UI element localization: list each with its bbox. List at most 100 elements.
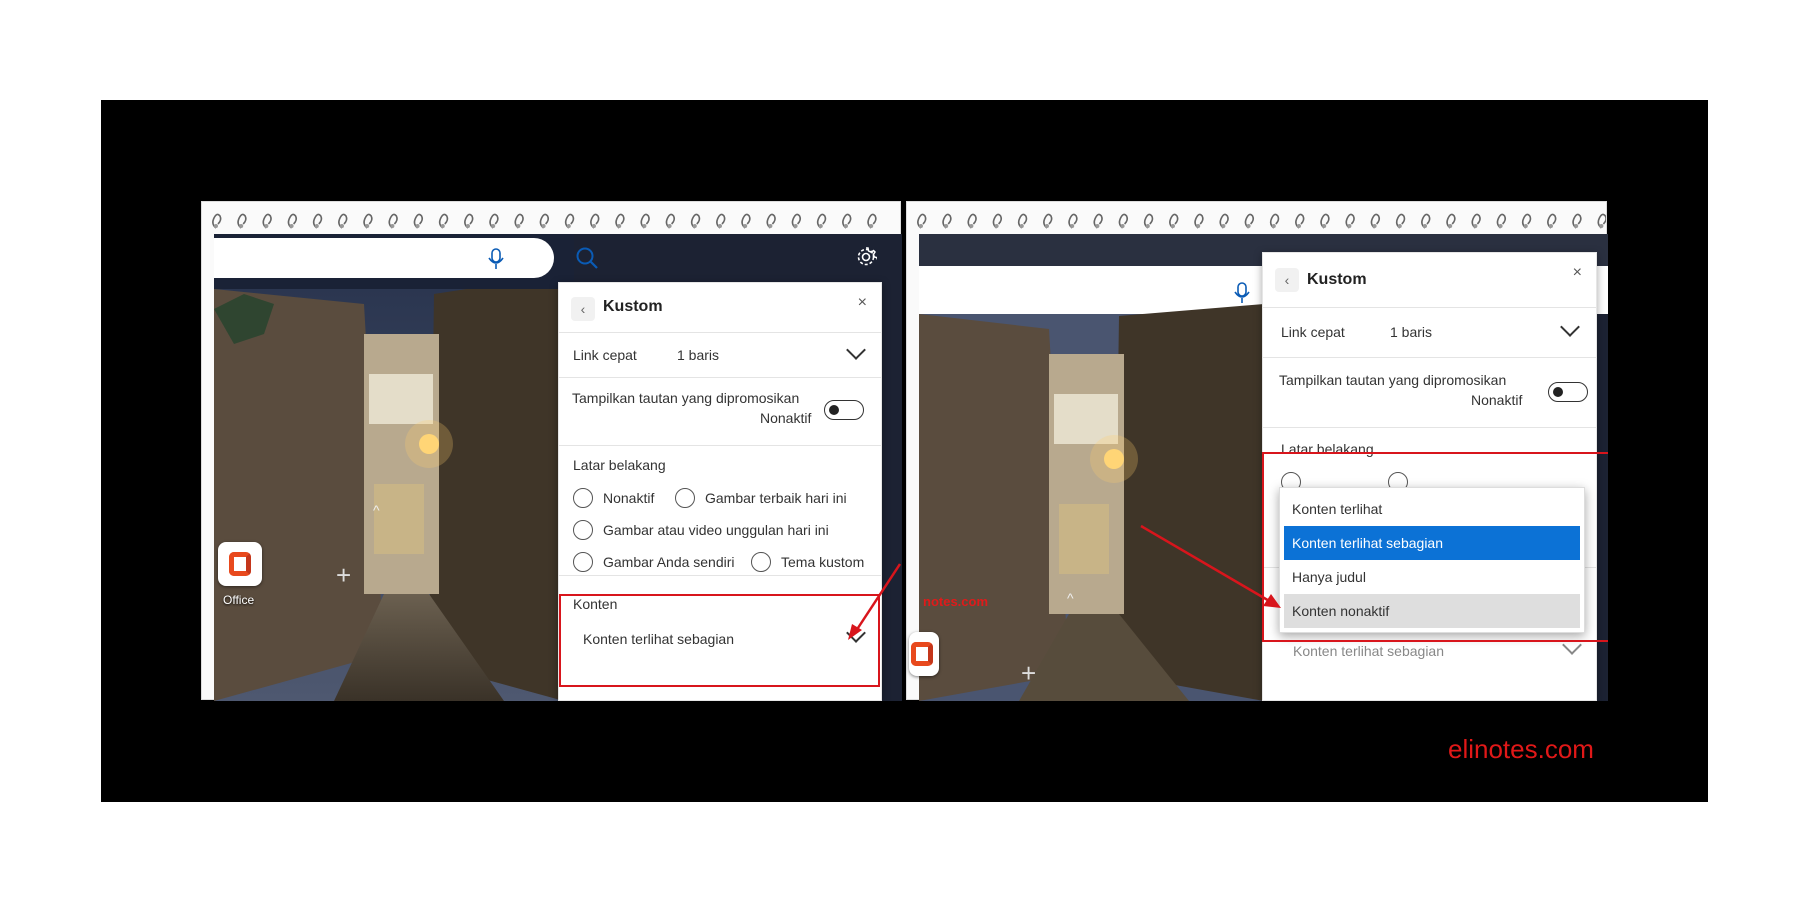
quick-links-row[interactable]: Link cepat 1 baris: [559, 333, 881, 378]
spiral-hole: [818, 224, 823, 228]
screenshot-canvas: Office + ^ ‹ Kustom × Link cepat 1 baris…: [0, 0, 1802, 899]
spiral-hole: [1271, 224, 1276, 228]
chevron-down-icon[interactable]: [1560, 317, 1580, 337]
spiral-hole: [1095, 224, 1100, 228]
quick-links-label: Link cepat: [1281, 324, 1345, 340]
spiral-hole: [718, 224, 722, 228]
spiral-hole: [415, 224, 420, 228]
promoted-links-state: Nonaktif: [1471, 392, 1523, 408]
spiral-hole: [365, 224, 370, 228]
spiral-hole: [1171, 224, 1175, 228]
spiral-hole: [1372, 224, 1377, 228]
background-section: Latar belakang Nonaktif Gambar terbaik h…: [559, 446, 881, 576]
chevron-up-icon[interactable]: ^: [1067, 590, 1074, 606]
search-icon[interactable]: [575, 246, 599, 275]
annotation-box: [1262, 452, 1608, 642]
spiral-hole: [1448, 224, 1453, 228]
spiral-hole: [264, 224, 269, 228]
spiral-rings: [917, 213, 1606, 229]
chevron-left-icon[interactable]: ‹: [571, 297, 595, 321]
spiral-rings: [212, 213, 877, 229]
quick-links-row[interactable]: Link cepat 1 baris: [1263, 308, 1596, 358]
spiral-hole: [1045, 224, 1049, 228]
panel-title: Kustom: [1307, 271, 1367, 288]
spiral-hole: [1347, 224, 1352, 228]
spiral-hole: [1070, 224, 1075, 228]
panel-header: ‹ Kustom ×: [559, 283, 881, 333]
toggle-knob: [829, 405, 839, 415]
promoted-links-row: Tampilkan tautan yang dipromosikan Nonak…: [1263, 358, 1596, 428]
spiral-hole: [440, 224, 445, 228]
content-select-value[interactable]: Konten terlihat sebagian: [1293, 643, 1444, 659]
close-icon[interactable]: ×: [858, 294, 867, 312]
office-quick-link[interactable]: [909, 632, 939, 676]
radio-custom-theme[interactable]: [751, 552, 771, 572]
plus-icon[interactable]: +: [336, 560, 351, 591]
spiral-hole: [793, 224, 798, 228]
spiral-hole: [1498, 224, 1503, 228]
spiral-hole: [390, 224, 395, 228]
spiral-hole: [1196, 224, 1201, 228]
spiral-hole: [944, 224, 949, 228]
radio-off[interactable]: [573, 488, 593, 508]
radio-own-image[interactable]: [573, 552, 593, 572]
spiral-hole: [1145, 224, 1150, 228]
promoted-links-toggle[interactable]: [824, 400, 864, 420]
spiral-hole: [969, 224, 974, 228]
plus-icon[interactable]: +: [1021, 658, 1036, 689]
spiral-hole: [1246, 224, 1251, 228]
radio-best-image[interactable]: [675, 488, 695, 508]
chevron-up-icon[interactable]: ^: [373, 502, 380, 518]
spiral-hole: [919, 224, 923, 228]
spiral-hole: [340, 224, 344, 228]
promoted-links-label: Tampilkan tautan yang dipromosikan: [572, 390, 800, 406]
spiral-hole: [1599, 224, 1604, 228]
chevron-left-icon[interactable]: ‹: [1275, 268, 1299, 292]
radio-featured-media-label: Gambar atau video unggulan hari ini: [603, 522, 829, 538]
right-notebook-page: notes.com + ^ ‹ Kustom × Link cepat 1 ba…: [906, 201, 1608, 701]
spiral-hole: [642, 224, 647, 228]
quick-links-value: 1 baris: [677, 347, 720, 363]
background-text-fragment: notes.com: [923, 594, 989, 609]
promoted-links-label: Tampilkan tautan yang dipromosikan: [1279, 372, 1507, 388]
annotation-arrow: [848, 563, 902, 640]
promoted-links-toggle[interactable]: [1548, 382, 1588, 402]
annotation-box: [559, 594, 880, 687]
radio-best-image-label: Gambar terbaik hari ini: [705, 490, 847, 506]
left-notebook-page: Office + ^ ‹ Kustom × Link cepat 1 baris…: [201, 201, 902, 701]
quick-links-label: Link cepat: [573, 347, 637, 363]
spiral-binding: [202, 202, 900, 234]
annotation-arrow: [1140, 524, 1281, 608]
spiral-binding: [907, 202, 1606, 234]
quick-links-value: 1 baris: [1390, 324, 1433, 340]
radio-off-label: Nonaktif: [603, 490, 655, 506]
spiral-hole: [692, 224, 697, 228]
spiral-hole: [869, 224, 874, 228]
office-logo-icon: [911, 642, 933, 666]
spiral-hole: [1473, 224, 1478, 228]
chevron-down-icon[interactable]: [846, 340, 866, 360]
spiral-hole: [592, 224, 596, 228]
promoted-links-state: Nonaktif: [760, 410, 812, 426]
spiral-hole: [541, 224, 546, 228]
gear-icon[interactable]: [855, 246, 878, 273]
office-quick-link[interactable]: [218, 542, 262, 586]
spiral-hole: [1423, 224, 1427, 228]
panel-header: ‹ Kustom ×: [1263, 253, 1596, 308]
spiral-hole: [743, 224, 748, 228]
microphone-icon[interactable]: [1234, 282, 1250, 309]
spiral-hole: [1574, 224, 1579, 228]
spiral-hole: [1322, 224, 1327, 228]
radio-featured-media[interactable]: [573, 520, 593, 540]
background-label: Latar belakang: [573, 457, 666, 473]
microphone-icon[interactable]: [488, 248, 504, 275]
spiral-hole: [491, 224, 496, 228]
toggle-knob: [1553, 387, 1563, 397]
spiral-hole: [314, 224, 319, 228]
watermark-text: elinotes.com: [1448, 734, 1594, 764]
spiral-hole: [214, 224, 218, 228]
spiral-hole: [768, 224, 773, 228]
close-icon[interactable]: ×: [1573, 264, 1582, 282]
spiral-hole: [466, 224, 470, 228]
spiral-hole: [239, 224, 244, 228]
